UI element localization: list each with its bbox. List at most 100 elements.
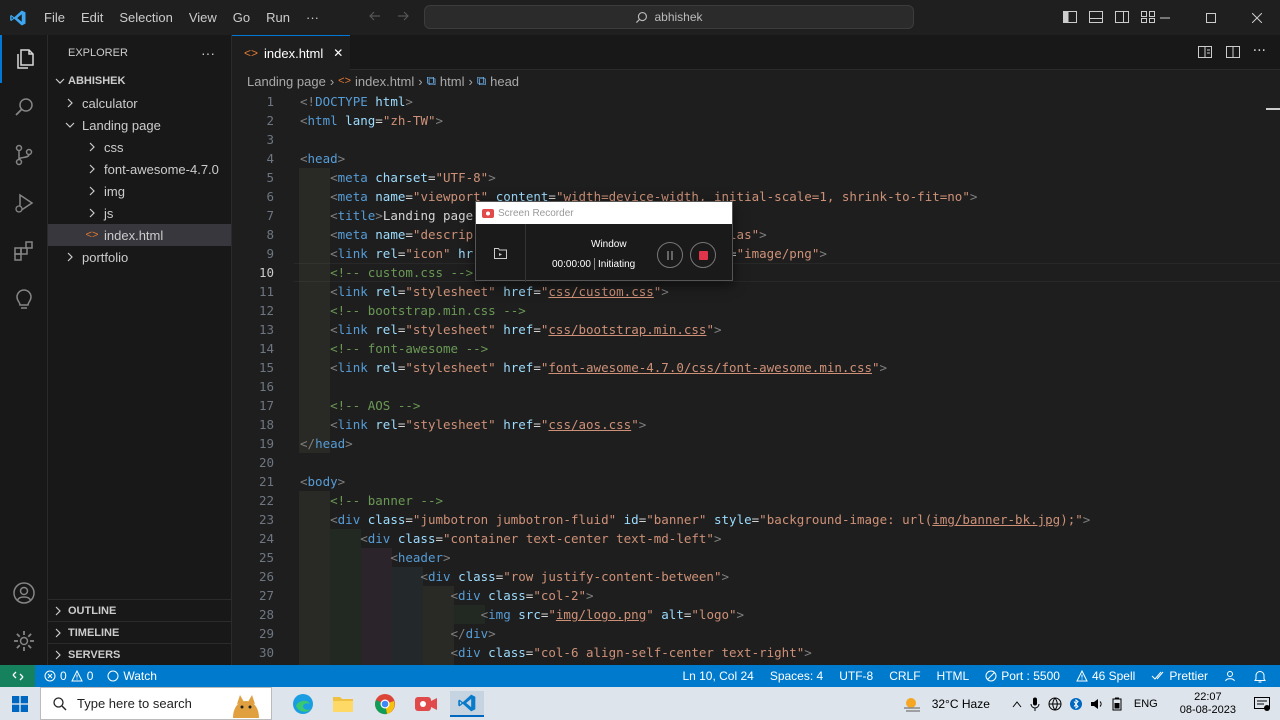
- clock[interactable]: 22:07 08-08-2023: [1180, 691, 1236, 717]
- chrome-browser-icon[interactable]: [368, 691, 402, 717]
- search-view-icon[interactable]: [0, 83, 48, 131]
- line-ending[interactable]: CRLF: [889, 669, 920, 683]
- menu-go[interactable]: Go: [225, 0, 258, 35]
- code-line[interactable]: 3: [232, 130, 1280, 149]
- code-line[interactable]: 5 <meta charset="UTF-8">: [232, 168, 1280, 187]
- code-line[interactable]: 24 <div class="container text-center tex…: [232, 529, 1280, 548]
- menu-run[interactable]: Run: [258, 0, 298, 35]
- accounts-icon[interactable]: [1224, 670, 1238, 682]
- input-language[interactable]: ENG: [1134, 698, 1158, 710]
- extensions-icon[interactable]: [0, 227, 48, 275]
- tab-index-html[interactable]: <> index.html ✕: [232, 35, 350, 70]
- language-mode[interactable]: HTML: [937, 669, 970, 683]
- code-line[interactable]: 14 <!-- font-awesome -->: [232, 339, 1280, 358]
- explorer-icon[interactable]: [0, 35, 48, 83]
- breadcrumb-html[interactable]: html: [440, 74, 465, 89]
- outline-section[interactable]: OUTLINE: [48, 599, 232, 621]
- timeline-section[interactable]: TIMELINE: [48, 621, 232, 643]
- servers-section[interactable]: SERVERS: [48, 643, 232, 665]
- maximize-icon[interactable]: [1188, 0, 1234, 35]
- menu-file[interactable]: File: [36, 0, 73, 35]
- code-line[interactable]: 18 <link rel="stylesheet" href="css/aos.…: [232, 415, 1280, 434]
- code-line[interactable]: 30 <div class="col-6 align-self-center t…: [232, 643, 1280, 662]
- bluetooth-icon[interactable]: [1069, 697, 1082, 711]
- code-line[interactable]: 21 <body>: [232, 472, 1280, 491]
- screen-recorder-app-icon[interactable]: [409, 691, 443, 717]
- code-line[interactable]: 10 <!-- custom.css -->: [232, 263, 1280, 282]
- tree-item-css[interactable]: css: [48, 136, 231, 158]
- code-line[interactable]: 11 <link rel="stylesheet" href="css/cust…: [232, 282, 1280, 301]
- code-line[interactable]: 25 <header>: [232, 548, 1280, 567]
- problems-indicator[interactable]: 0 0: [44, 669, 93, 683]
- edge-browser-icon[interactable]: [286, 691, 320, 717]
- tree-item-img[interactable]: img: [48, 180, 231, 202]
- notification-center-icon[interactable]: [1254, 696, 1270, 711]
- menu-edit[interactable]: Edit: [73, 0, 111, 35]
- code-line[interactable]: 28 <img src="img/logo.png" alt="logo">: [232, 605, 1280, 624]
- breadcrumb-head[interactable]: head: [490, 74, 519, 89]
- menu-view[interactable]: View: [181, 0, 225, 35]
- microphone-icon[interactable]: [1030, 697, 1040, 711]
- code-line[interactable]: 16: [232, 377, 1280, 396]
- code-line[interactable]: 2 <html lang="zh-TW">: [232, 111, 1280, 130]
- code-line[interactable]: 4 <head>: [232, 149, 1280, 168]
- code-line[interactable]: 8 <meta name="descrip plate Atlas">: [232, 225, 1280, 244]
- watch-indicator[interactable]: Watch: [107, 669, 157, 683]
- prettier-status[interactable]: Prettier: [1151, 669, 1208, 683]
- encoding[interactable]: UTF-8: [839, 669, 873, 683]
- show-hidden-icons-chevron-up-icon[interactable]: [1012, 700, 1022, 708]
- cursor-position[interactable]: Ln 10, Col 24: [682, 669, 753, 683]
- open-folder-button[interactable]: [476, 224, 526, 282]
- split-editor-icon[interactable]: [1225, 44, 1241, 60]
- spell-check[interactable]: 46 Spell: [1076, 669, 1135, 683]
- code-line[interactable]: 26 <div class="row justify-content-betwe…: [232, 567, 1280, 586]
- remote-indicator-icon[interactable]: [0, 665, 35, 687]
- breadcrumb-file[interactable]: index.html: [355, 74, 414, 89]
- remote-explorer-icon[interactable]: [0, 275, 48, 323]
- code-line[interactable]: 20: [232, 453, 1280, 472]
- code-line[interactable]: 12 <!-- bootstrap.min.css -->: [232, 301, 1280, 320]
- open-preview-icon[interactable]: [1197, 44, 1213, 60]
- weather-text[interactable]: 32°C Haze: [932, 697, 990, 711]
- toggle-secondary-sidebar-icon[interactable]: [1114, 9, 1130, 25]
- globe-network-icon[interactable]: [1048, 697, 1062, 711]
- code-line[interactable]: 29 </div>: [232, 624, 1280, 643]
- notifications-bell-icon[interactable]: [1254, 670, 1266, 683]
- source-control-icon[interactable]: [0, 131, 48, 179]
- code-line[interactable]: 19 </head>: [232, 434, 1280, 453]
- volume-icon[interactable]: [1090, 698, 1104, 710]
- tree-item-js[interactable]: js: [48, 202, 231, 224]
- code-line[interactable]: 13 <link rel="stylesheet" href="css/boot…: [232, 320, 1280, 339]
- tab-close-icon[interactable]: ✕: [333, 46, 343, 60]
- breadcrumb-folder[interactable]: Landing page: [247, 74, 326, 89]
- code-line[interactable]: 23 <div class="jumbotron jumbotron-fluid…: [232, 510, 1280, 529]
- recorder-mode[interactable]: Window: [591, 239, 627, 250]
- stop-button[interactable]: [690, 242, 716, 268]
- code-line[interactable]: 15 <link rel="stylesheet" href="font-awe…: [232, 358, 1280, 377]
- code-line[interactable]: 17 <!-- AOS -->: [232, 396, 1280, 415]
- explorer-more-actions[interactable]: ···: [201, 45, 215, 61]
- taskbar-search-box[interactable]: Type here to search: [40, 687, 272, 720]
- file-explorer-icon[interactable]: [326, 691, 360, 717]
- close-window-icon[interactable]: [1234, 0, 1280, 35]
- more-actions-icon[interactable]: ···: [1253, 44, 1266, 60]
- code-line[interactable]: 7 <title>Landing page: [232, 206, 1280, 225]
- code-line[interactable]: 22 <!-- banner -->: [232, 491, 1280, 510]
- code-line[interactable]: 6 <meta name="viewport" content="width=d…: [232, 187, 1280, 206]
- back-arrow-icon[interactable]: [368, 9, 382, 23]
- toggle-sidebar-icon[interactable]: [1062, 9, 1078, 25]
- menu-selection[interactable]: Selection: [111, 0, 180, 35]
- tree-item-calculator[interactable]: calculator: [48, 92, 231, 114]
- scrollbar-marker[interactable]: [1266, 108, 1280, 110]
- menu-more[interactable]: ···: [298, 0, 327, 35]
- code-editor[interactable]: 1 <!DOCTYPE html> 2 <html lang="zh-TW"> 3 4 <h…: [232, 92, 1280, 665]
- run-debug-icon[interactable]: [0, 179, 48, 227]
- account-icon[interactable]: [0, 569, 48, 617]
- pause-button[interactable]: [657, 242, 683, 268]
- tree-item-landing-page[interactable]: Landing page: [48, 114, 231, 136]
- tree-item-index-html[interactable]: <> index.html: [48, 224, 231, 246]
- command-center-search[interactable]: abhishek: [424, 5, 914, 29]
- code-line[interactable]: 1 <!DOCTYPE html>: [232, 92, 1280, 111]
- indentation[interactable]: Spaces: 4: [770, 669, 823, 683]
- tree-item-font-awesome-4-7-0[interactable]: font-awesome-4.7.0: [48, 158, 231, 180]
